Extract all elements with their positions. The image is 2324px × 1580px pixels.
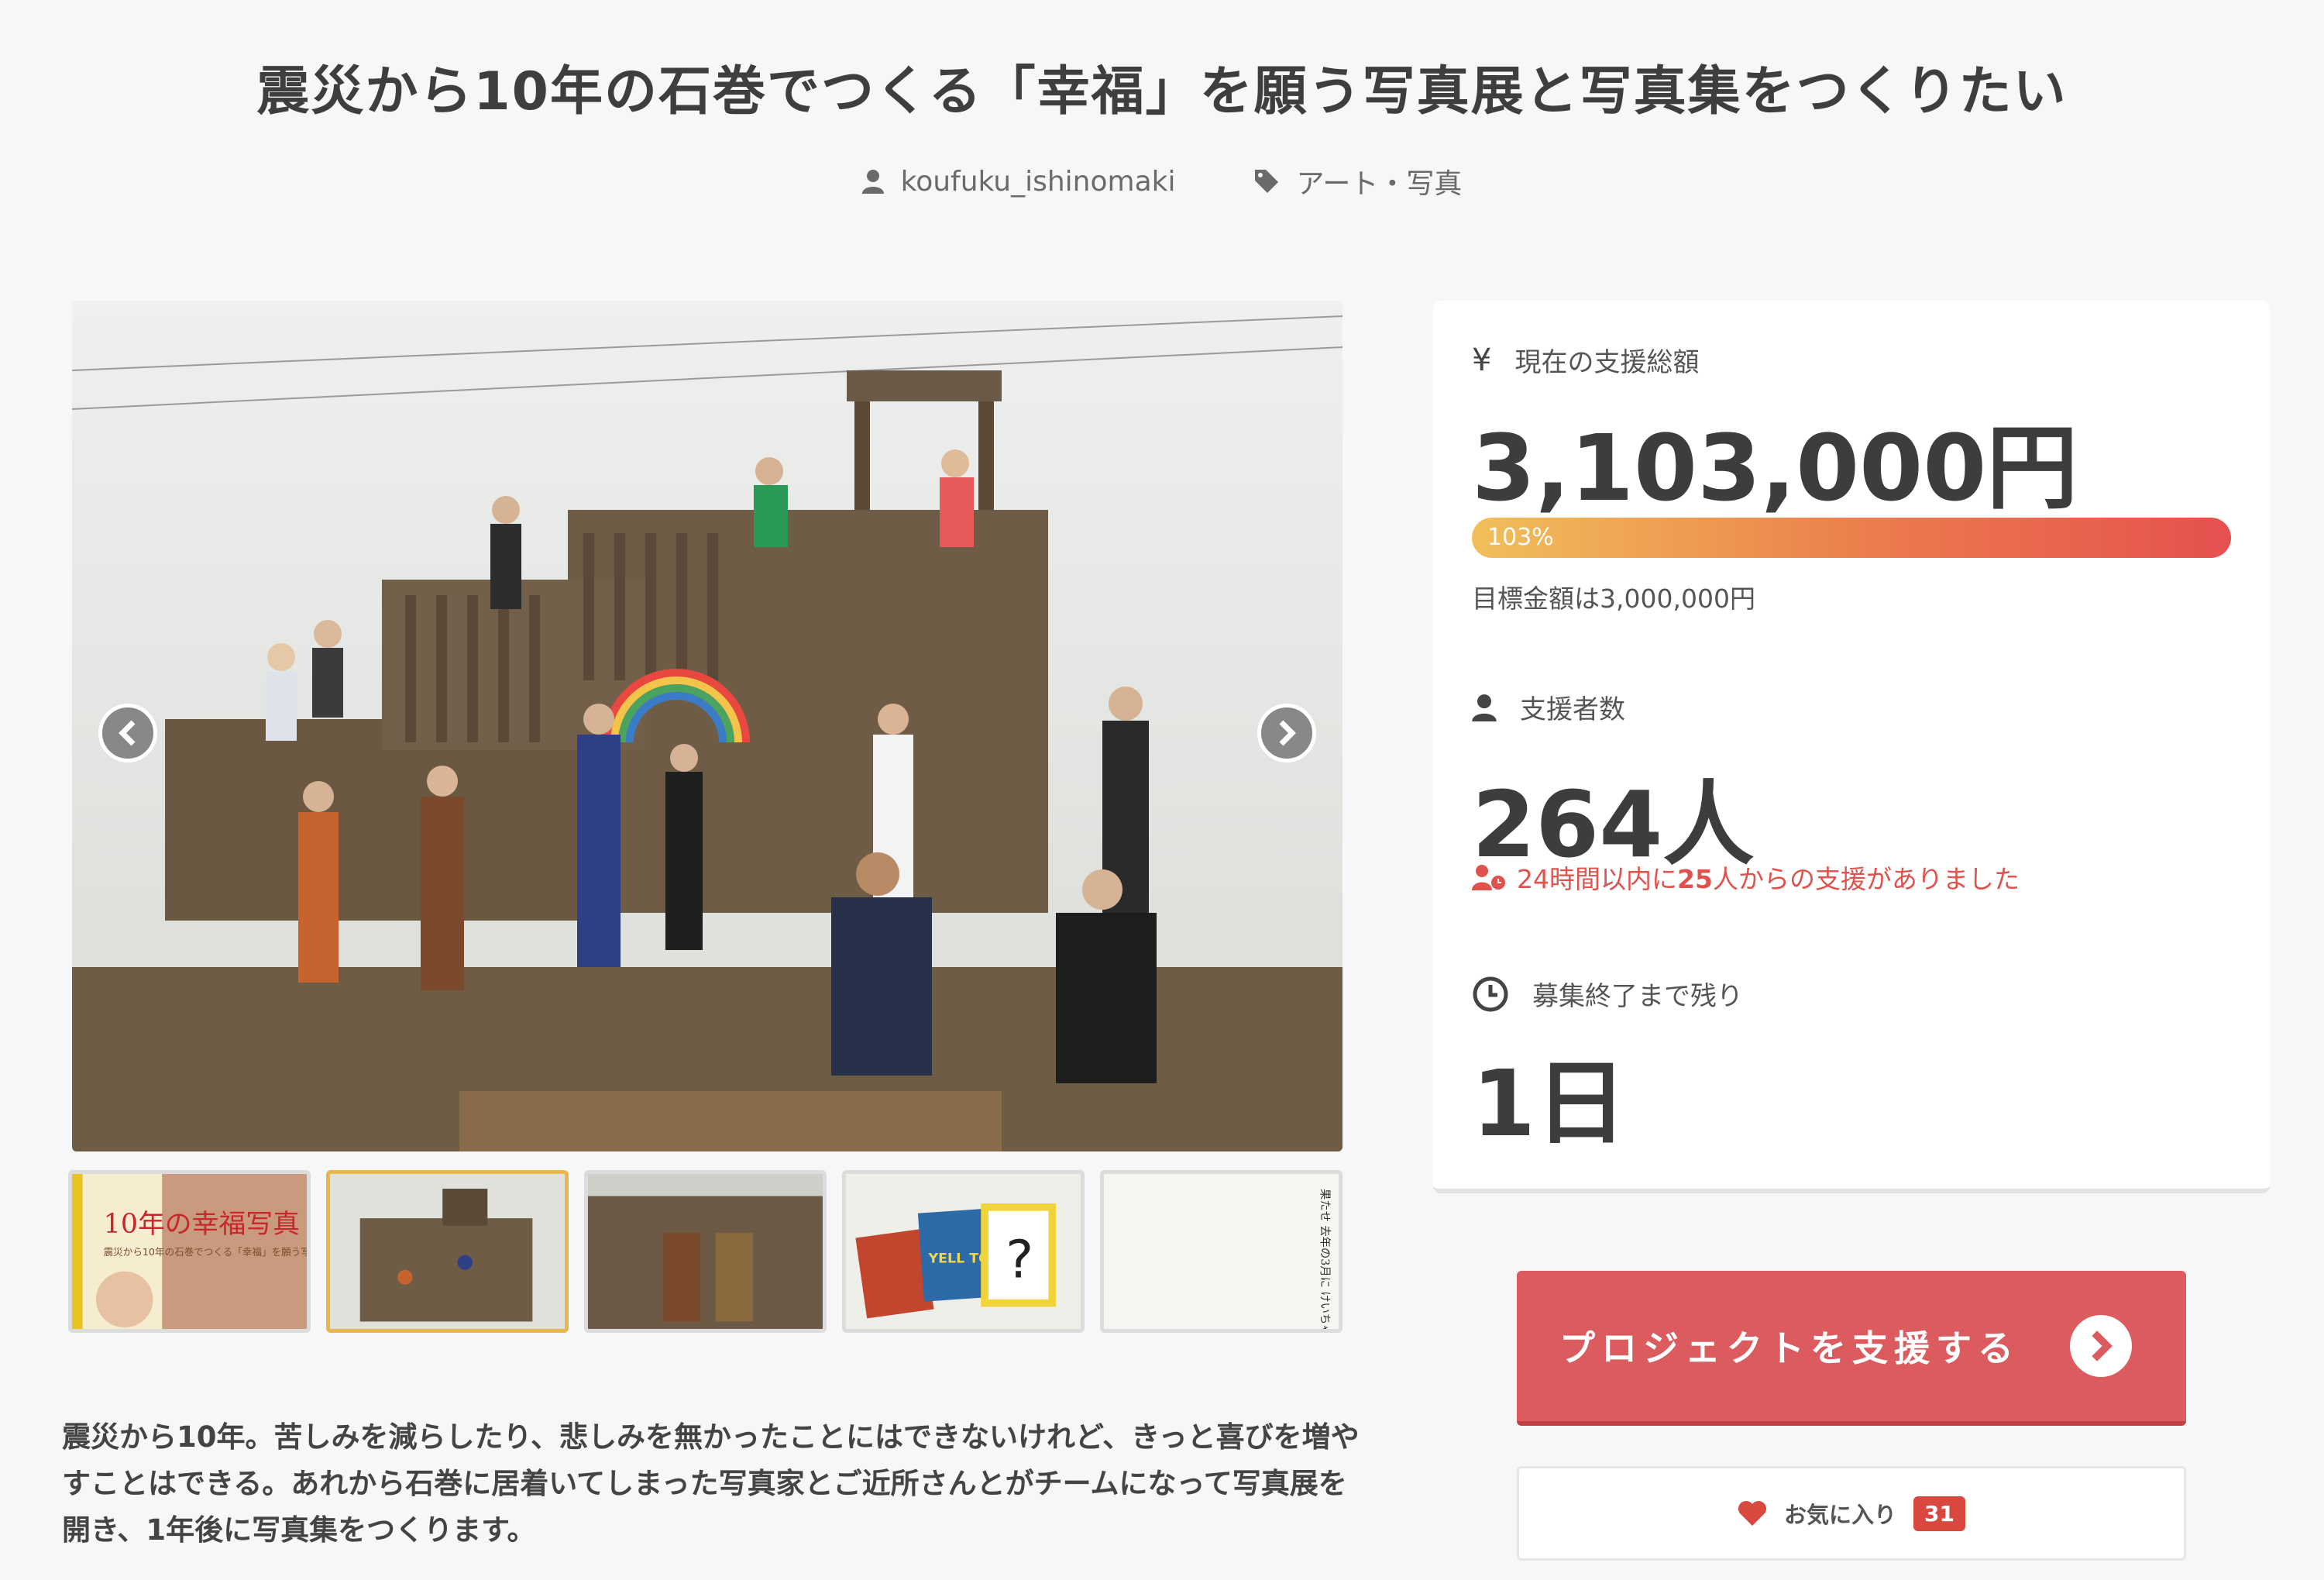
recent-backers: 24時間以内に25人からの支援がありました <box>1472 859 2020 896</box>
amount-label-row: ¥ 現在の支援総額 <box>1472 341 1699 379</box>
remaining-label: 募集終了まで残り <box>1532 981 1743 1012</box>
amount-label: 現在の支援総額 <box>1514 347 1700 378</box>
heart-icon <box>1738 1501 1766 1526</box>
thumbnail-1-title: 10年の幸福写真 <box>104 1209 300 1240</box>
chevron-left-icon <box>119 720 136 746</box>
owner-link[interactable]: koufuku_ishinomaki <box>861 161 1176 201</box>
owner-name: koufuku_ishinomaki <box>900 165 1176 198</box>
thumbnail-5[interactable]: 果たせ 去年の3月に けいちゃん写真展を実現するからね 企画書待ってるよ。 おね… <box>1100 1170 1342 1333</box>
page-title: 震災から10年の石巻でつくる「幸福」を願う写真展と写真集をつくりたい <box>256 61 2068 122</box>
yen-icon: ¥ <box>1472 342 1492 378</box>
thumbnail-1[interactable]: 10年の幸福写真 震災から10年の石巻でつくる「幸福」を願う写真展と写真集 <box>68 1170 311 1333</box>
category-name: アート・写真 <box>1296 168 1463 200</box>
support-project-button[interactable]: プロジェクトを支援する <box>1517 1271 2186 1426</box>
favorite-count-badge: 31 <box>1913 1496 1965 1531</box>
project-meta: koufuku_ishinomaki アート・写真 <box>0 161 2324 201</box>
favorite-button[interactable]: お気に入り 31 <box>1517 1466 2186 1561</box>
thumbnail-5-text: 果たせ 去年の3月に けいちゃん写真展を実現するからね 企画書待ってるよ。 おね… <box>1318 1189 1332 1329</box>
remaining-value: 1日 <box>1472 1050 1628 1157</box>
main-photo <box>72 301 1342 1151</box>
thumbnail-strip: 10年の幸福写真 震災から10年の石巻でつくる「幸福」を願う写真展と写真集 YE… <box>68 1170 1346 1333</box>
project-description: 震災から10年。苦しみを減らしたり、悲しみを無かったことにはできないけれど、きっ… <box>62 1420 1360 1547</box>
remaining-label-row: 募集終了まで残り <box>1472 975 1743 1013</box>
support-button-label: プロジェクトを支援する <box>1559 1327 2020 1369</box>
thumbnail-2[interactable] <box>326 1170 569 1333</box>
progress-bar: 103% <box>1472 518 2231 558</box>
amount-value: 3,103,000円 <box>1472 415 2078 522</box>
thumbnail-4[interactable]: YELL TO ? <box>842 1170 1085 1333</box>
user-clock-icon <box>1472 865 1505 890</box>
category-link[interactable]: アート・写真 <box>1253 161 1463 201</box>
backers-label-row: 支援者数 <box>1472 688 1625 726</box>
user-icon <box>1472 694 1497 721</box>
chevron-right-icon <box>2070 1315 2132 1377</box>
progress-percent: 103% <box>1487 524 1554 551</box>
goal-amount: 目標金額は3,000,000円 <box>1472 583 1755 614</box>
prev-photo-button[interactable] <box>98 704 157 762</box>
tag-icon <box>1254 170 1278 193</box>
next-photo-button[interactable] <box>1257 704 1316 762</box>
recent-suffix: 人からの支援がありました <box>1712 864 2020 894</box>
recent-count: 25 <box>1677 864 1713 894</box>
funding-stats-panel: ¥ 現在の支援総額 3,103,000円 103% 目標金額は3,000,000… <box>1433 301 2270 1193</box>
svg-text:?: ? <box>1006 1230 1033 1289</box>
chevron-right-icon <box>1279 720 1296 746</box>
favorite-label: お気に入り <box>1784 1502 1897 1528</box>
clock-icon <box>1473 976 1508 1011</box>
backers-label: 支援者数 <box>1520 694 1625 725</box>
thumbnail-1-subtitle: 震災から10年の石巻でつくる「幸福」を願う写真展と写真集 <box>104 1246 307 1258</box>
thumbnail-3[interactable] <box>584 1170 827 1333</box>
recent-prefix: 24時間以内に <box>1517 864 1677 894</box>
thumbnail-4-text: YELL TO <box>927 1251 989 1266</box>
user-icon <box>861 170 884 194</box>
